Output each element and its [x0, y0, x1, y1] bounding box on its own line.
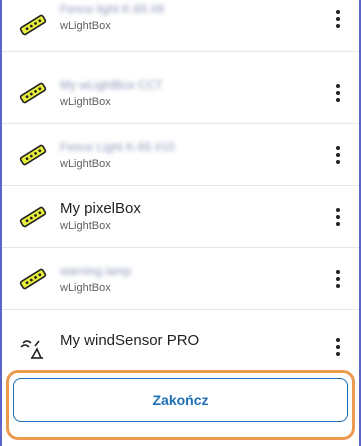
device-row[interactable]: My wLightBox CCT wLightBox: [2, 62, 359, 124]
led-strip-icon: [18, 80, 48, 106]
bottom-bar: Zakończ: [2, 368, 359, 446]
device-row[interactable]: My pixelBox wLightBox: [2, 186, 359, 248]
device-type: wLightBox: [60, 20, 111, 32]
led-strip-icon: [18, 266, 48, 292]
device-row[interactable]: warning lamp wLightBox: [2, 248, 359, 310]
device-row[interactable]: Fence light K-65 #9 wLightBox: [2, 0, 359, 52]
device-row[interactable]: My windSensor PRO: [2, 310, 359, 372]
led-strip-icon: [18, 142, 48, 168]
device-type: wLightBox: [60, 282, 111, 294]
wind-sensor-icon: [18, 334, 48, 360]
device-name: My windSensor PRO: [60, 332, 200, 349]
led-strip-icon: [18, 204, 48, 230]
device-name: Fence light K-65 #9: [60, 2, 165, 16]
device-list-screen: Fence light K-65 #9 wLightBox My wLightB…: [0, 0, 361, 446]
more-options-icon[interactable]: [335, 208, 341, 226]
led-strip-icon: [18, 12, 48, 38]
device-type: wLightBox: [60, 220, 111, 232]
device-name: warning lamp: [60, 264, 132, 278]
device-type: wLightBox: [60, 158, 111, 170]
more-options-icon[interactable]: [335, 84, 341, 102]
device-type: wLightBox: [60, 96, 111, 108]
more-options-icon[interactable]: [335, 270, 341, 288]
finish-button[interactable]: Zakończ: [13, 378, 348, 422]
device-name: My pixelBox: [60, 200, 141, 217]
more-options-icon[interactable]: [335, 338, 341, 356]
more-options-icon[interactable]: [335, 146, 341, 164]
device-name: My wLightBox CCT: [60, 78, 163, 92]
device-row[interactable]: Fence Light K-65 #10 wLightBox: [2, 124, 359, 186]
more-options-icon[interactable]: [335, 10, 341, 28]
device-name: Fence Light K-65 #10: [60, 140, 175, 154]
